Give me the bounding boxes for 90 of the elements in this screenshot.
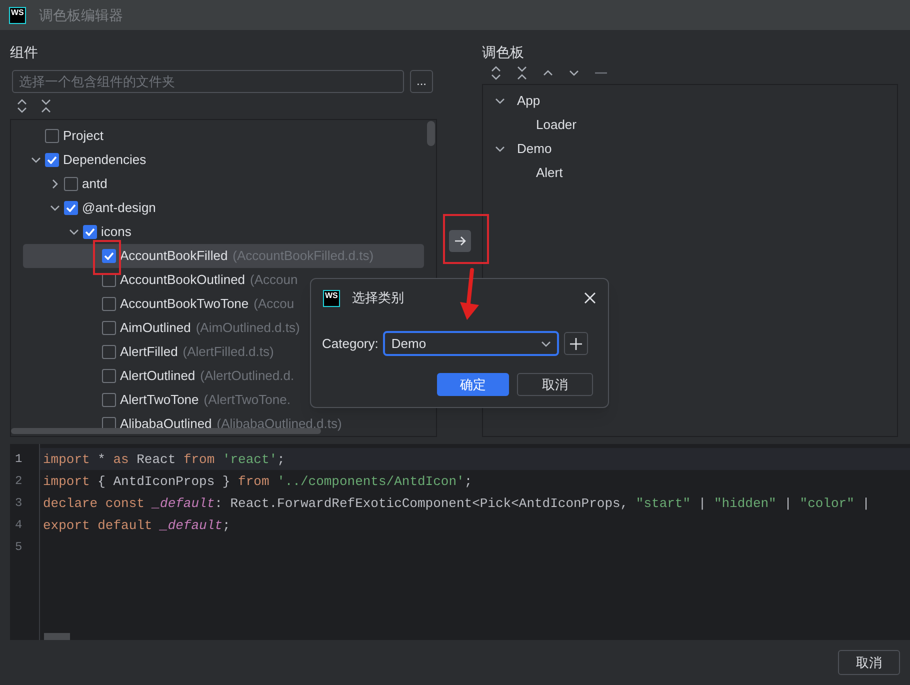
collapse-all-icon[interactable] (516, 66, 528, 80)
tree-label: AlertOutlined (120, 367, 196, 386)
file-name: (Accou (254, 295, 294, 314)
chevron-down-icon[interactable] (69, 227, 79, 237)
tree-row[interactable]: Dependencies (23, 148, 424, 172)
chevron-down-icon[interactable] (495, 96, 505, 106)
chevron-down-icon[interactable] (50, 203, 60, 213)
move-down-icon[interactable] (568, 69, 580, 77)
tree-label: Project (63, 127, 104, 146)
file-name: (AlertTwoTone. (204, 391, 290, 410)
add-category-button[interactable] (564, 332, 588, 355)
tree-row[interactable]: AccountBookOutlined (Accoun (23, 268, 424, 292)
collapse-all-icon[interactable] (40, 99, 52, 113)
line-number: 1 (15, 452, 22, 466)
checkbox[interactable] (64, 201, 78, 215)
folder-field[interactable]: 选择一个包含组件的文件夹 (12, 70, 404, 92)
arrow-right-icon (454, 236, 466, 246)
tree-label: AlibabaOutlined (120, 415, 212, 434)
category-label: Category: (322, 334, 378, 353)
file-name: (AimOutlined.d.ts) (196, 319, 300, 338)
checkbox[interactable] (102, 369, 116, 383)
file-name: (AlertFilled.d.ts) (182, 343, 274, 362)
tree-label: antd (82, 175, 108, 194)
checkbox[interactable] (102, 345, 116, 359)
chevron-down-icon[interactable] (31, 155, 41, 165)
checkbox[interactable] (45, 129, 59, 143)
code-line: import { AntdIconProps } from '../components/AntdIcon'; (43, 474, 472, 489)
tree-label: @ant-design (82, 199, 156, 218)
annotation-arrow (458, 268, 482, 322)
tree-label: AlertTwoTone (120, 391, 199, 410)
add-to-palette-button[interactable] (448, 230, 470, 252)
line-number: 3 (15, 496, 22, 510)
checkbox[interactable] (102, 321, 116, 335)
checkbox[interactable] (102, 249, 116, 263)
tree-row[interactable]: AlertTwoTone (AlertTwoTone. (23, 388, 424, 412)
chevron-right-icon[interactable] (50, 179, 60, 189)
tree-label: AccountBookFilled (120, 247, 228, 266)
tree-row[interactable]: @ant-design (23, 196, 424, 220)
checkbox[interactable] (83, 225, 97, 239)
app-logo: WS (9, 6, 26, 24)
remove-icon[interactable] (594, 71, 608, 75)
horizontal-scrollbar[interactable] (44, 633, 70, 640)
tree-item[interactable]: Alert (536, 163, 563, 183)
tree-label: AccountBookTwoTone (120, 295, 249, 314)
category-dropdown[interactable]: Demo (383, 331, 560, 356)
tree-label: AccountBookOutlined (120, 271, 246, 290)
tree-row[interactable]: AlertOutlined (AlertOutlined.d. (23, 364, 424, 388)
expand-all-icon[interactable] (490, 66, 502, 80)
checkbox[interactable] (102, 273, 116, 287)
window-title: 调色板编辑器 (39, 6, 123, 24)
tree-item[interactable]: Demo (517, 139, 552, 159)
close-icon[interactable] (584, 292, 596, 304)
file-name: (AlibabaOutlined.d.ts) (216, 415, 342, 434)
tree-row[interactable]: Project (23, 124, 424, 148)
code-line: import * as React from 'react'; (43, 452, 285, 467)
code-line: export default _default; (43, 518, 230, 533)
tree-item[interactable]: Loader (536, 115, 576, 135)
plus-icon (569, 336, 584, 350)
chevron-down-icon (541, 340, 552, 346)
file-name: (Accoun (250, 271, 298, 290)
tree-item[interactable]: App (517, 91, 540, 111)
tree-row[interactable]: icons (23, 220, 424, 244)
tree-label: Dependencies (63, 151, 146, 170)
line-number: 5 (15, 540, 22, 554)
expand-all-icon[interactable] (16, 99, 28, 113)
app-logo: WS (323, 290, 340, 306)
line-number: 4 (15, 518, 22, 532)
panel-title: 组件 (10, 43, 38, 62)
annotation-box (93, 240, 121, 275)
checkbox[interactable] (64, 177, 78, 191)
panel-title: 调色板 (482, 43, 524, 62)
chevron-down-icon[interactable] (495, 144, 505, 154)
checkbox[interactable] (45, 153, 59, 167)
ok-button[interactable]: 确定 (437, 373, 509, 396)
browse-button[interactable]: ... (410, 70, 433, 92)
cancel-button[interactable]: 取消 (517, 373, 593, 396)
checkbox[interactable] (102, 297, 116, 311)
line-number: 2 (15, 474, 22, 488)
vertical-scrollbar[interactable] (427, 121, 435, 146)
move-up-icon[interactable] (542, 69, 554, 77)
tree-label: icons (101, 223, 132, 242)
tree-row[interactable]: antd (23, 172, 424, 196)
tree-label: AimOutlined (120, 319, 191, 338)
checkbox[interactable] (102, 393, 116, 407)
tree-label: AlertFilled (120, 343, 178, 362)
annotation-box (443, 214, 489, 264)
file-name: (AlertOutlined.d. (200, 367, 294, 386)
cancel-button[interactable]: 取消 (838, 650, 900, 675)
dialog-title: 选择类别 (352, 289, 404, 308)
code-line: declare const _default: React.ForwardRefExoticComponent<Pick<AntdIconProps, "start" | "hidden" | "color" | (43, 496, 870, 511)
